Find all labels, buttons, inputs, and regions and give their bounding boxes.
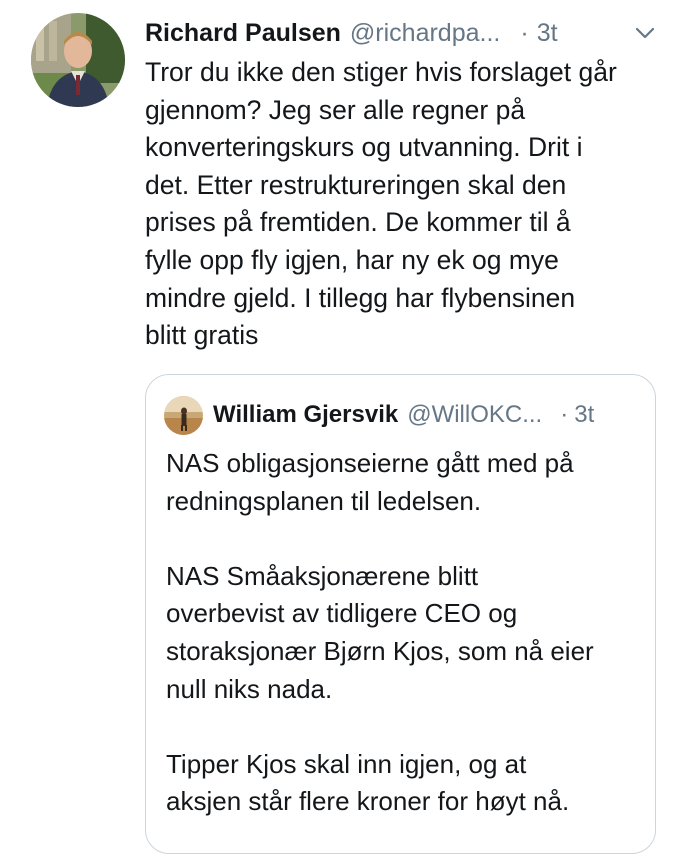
quoted-separator-dot: · [560,401,569,428]
quoted-author-handle[interactable]: @WillOKC... [407,401,542,429]
quoted-tweet[interactable]: William Gjersvik @WillOKC... · 3t NAS ob… [145,374,656,854]
quoted-avatar[interactable] [164,396,203,435]
separator-dot: · [520,18,529,47]
quoted-tweet-timestamp[interactable]: 3t [574,401,594,429]
chevron-down-icon[interactable] [634,22,656,44]
tweet-text: Tror du ikke den stiger hvis forslaget g… [145,57,617,351]
tweet: Richard Paulsen @richardpa... · 3t Tror … [0,0,690,854]
author-handle[interactable]: @richardpa... [350,19,500,48]
tweet-timestamp[interactable]: 3t [537,19,558,48]
author-name[interactable]: Richard Paulsen [145,19,341,48]
quoted-tweet-header: William Gjersvik @WillOKC... · 3t [213,397,643,433]
quoted-tweet-text: NAS obligasjonseierne gått med på rednin… [166,448,594,817]
quoted-author-name[interactable]: William Gjersvik [213,401,398,429]
tweet-header: Richard Paulsen @richardpa... · 3t [145,15,665,51]
avatar[interactable] [31,13,125,107]
